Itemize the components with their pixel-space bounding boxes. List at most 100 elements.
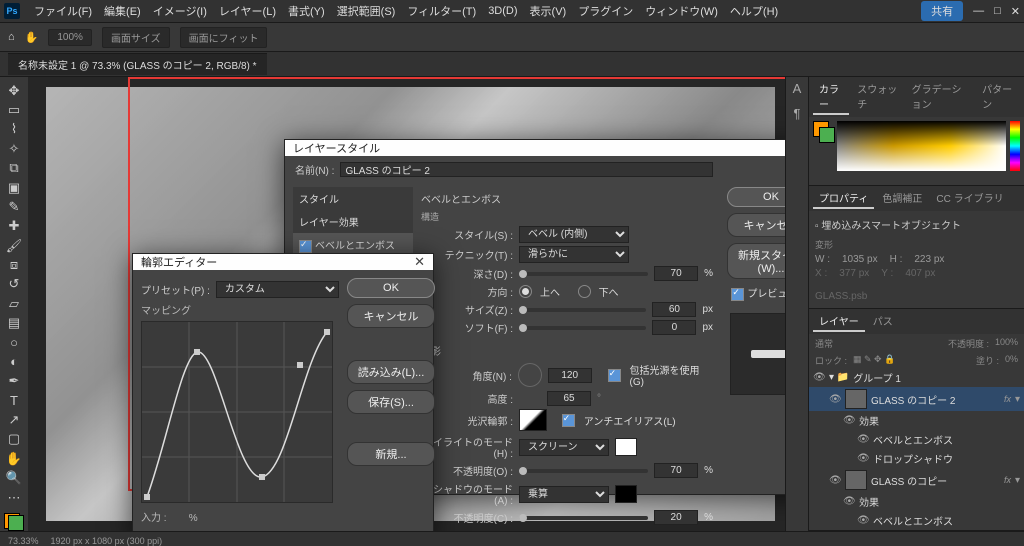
- layer-glass-copy-2[interactable]: 👁GLASS のコピー 2fx▾: [809, 387, 1024, 411]
- menu-3d[interactable]: 3D(D): [482, 3, 523, 19]
- visibility-icon[interactable]: 👁: [857, 453, 869, 464]
- angle-dial[interactable]: [518, 363, 542, 387]
- tab-libraries[interactable]: CC ライブラリ: [930, 188, 1009, 209]
- visibility-icon[interactable]: 👁: [857, 515, 869, 526]
- gloss-contour-picker[interactable]: [519, 409, 547, 431]
- gradient-tool-icon[interactable]: ▤: [2, 314, 26, 333]
- angle-input[interactable]: [548, 368, 592, 383]
- layer-name-input[interactable]: [340, 162, 713, 177]
- maximize-icon[interactable]: □: [994, 5, 1001, 17]
- menu-view[interactable]: 表示(V): [524, 1, 573, 21]
- soften-input[interactable]: [652, 320, 696, 335]
- dialog-titlebar[interactable]: 輪郭エディター ✕: [133, 254, 433, 270]
- x-value[interactable]: 377 px: [839, 268, 869, 279]
- layer-thumbnail[interactable]: [845, 470, 867, 490]
- zoom-status[interactable]: 73.33%: [8, 536, 39, 546]
- styles-header[interactable]: スタイル: [293, 187, 413, 210]
- tab-adjustments[interactable]: 色調補正: [876, 188, 928, 209]
- menu-edit[interactable]: 編集(E): [98, 1, 147, 21]
- tab-gradients[interactable]: グラデーション: [906, 79, 974, 115]
- bevel-style-select[interactable]: ベベル (内側): [519, 226, 629, 243]
- blur-tool-icon[interactable]: ○: [2, 333, 26, 352]
- visibility-icon[interactable]: 👁: [829, 394, 841, 405]
- minimize-icon[interactable]: —: [973, 5, 984, 17]
- lasso-tool-icon[interactable]: ⌇: [2, 120, 26, 139]
- highlight-mode-select[interactable]: スクリーン: [519, 439, 609, 456]
- tab-paths[interactable]: パス: [867, 311, 899, 332]
- global-light-checkbox[interactable]: [608, 369, 621, 382]
- visibility-icon[interactable]: 👁: [813, 372, 825, 383]
- zoom-field[interactable]: 100%: [48, 29, 92, 46]
- menu-type[interactable]: 書式(Y): [282, 1, 331, 21]
- blend-mode-select[interactable]: 通常: [815, 337, 833, 350]
- depth-input[interactable]: [654, 266, 698, 281]
- menu-file[interactable]: ファイル(F): [28, 1, 98, 21]
- layer-group[interactable]: 👁▾ 📁グループ 1: [809, 368, 1024, 387]
- size-slider[interactable]: [519, 308, 646, 312]
- menu-filter[interactable]: フィルター(T): [401, 1, 482, 21]
- menu-image[interactable]: イメージ(I): [147, 1, 213, 21]
- effect-bevel[interactable]: 👁ベベルとエンボス: [809, 430, 1024, 449]
- menu-layer[interactable]: レイヤー(L): [213, 1, 282, 21]
- layer-effects[interactable]: 👁効果: [809, 411, 1024, 430]
- preview-checkbox[interactable]: [731, 288, 744, 301]
- new-button[interactable]: 新規...: [347, 442, 435, 466]
- crop-tool-icon[interactable]: ⧉: [2, 159, 26, 178]
- close-icon[interactable]: ✕: [414, 254, 425, 270]
- shadow-opacity-slider[interactable]: [519, 516, 648, 520]
- frame-tool-icon[interactable]: ▣: [2, 178, 26, 197]
- visibility-icon[interactable]: 👁: [843, 496, 855, 507]
- contour-graph[interactable]: [141, 321, 333, 503]
- shape-tool-icon[interactable]: ▢: [2, 430, 26, 449]
- zoom-tool-icon[interactable]: 🔍: [2, 469, 26, 488]
- visibility-icon[interactable]: 👁: [843, 415, 855, 426]
- altitude-input[interactable]: [547, 391, 591, 406]
- load-button[interactable]: 読み込み(L)...: [347, 360, 435, 384]
- cancel-button[interactable]: キャンセル: [347, 304, 435, 328]
- hand-tool-icon[interactable]: ✋: [2, 449, 26, 468]
- document-tab[interactable]: 名称未設定 1 @ 73.3% (GLASS のコピー 2, RGB/8) *: [8, 53, 267, 75]
- doc-dimensions[interactable]: 1920 px x 1080 px (300 ppi): [51, 536, 163, 546]
- cancel-button[interactable]: キャンセル: [727, 213, 785, 237]
- antialias-checkbox[interactable]: [562, 414, 575, 427]
- fit-window-button[interactable]: 画面にフィット: [180, 27, 268, 48]
- paragraph-panel-icon[interactable]: ¶: [794, 106, 801, 121]
- layer-thumbnail[interactable]: [845, 389, 867, 409]
- tab-properties[interactable]: プロパティ: [813, 188, 874, 209]
- layer-glass-copy[interactable]: 👁GLASS のコピーfx▾: [809, 468, 1024, 492]
- shadow-color-swatch[interactable]: [615, 485, 637, 503]
- heal-tool-icon[interactable]: ✚: [2, 217, 26, 236]
- shadow-opacity-input[interactable]: [654, 510, 698, 525]
- eyedropper-tool-icon[interactable]: ✎: [2, 197, 26, 216]
- tab-color[interactable]: カラー: [813, 79, 849, 115]
- size-input[interactable]: [652, 302, 696, 317]
- highlight-color-swatch[interactable]: [615, 438, 637, 456]
- blending-options-item[interactable]: レイヤー効果: [293, 210, 413, 233]
- pen-tool-icon[interactable]: ✒: [2, 372, 26, 391]
- ok-button[interactable]: OK: [727, 187, 785, 207]
- preset-select[interactable]: カスタム: [216, 281, 339, 298]
- type-tool-icon[interactable]: T: [2, 391, 26, 410]
- width-value[interactable]: 1035 px: [842, 254, 878, 265]
- home-icon[interactable]: ⌂: [8, 31, 15, 43]
- effect-stroke[interactable]: 👁境界線: [809, 530, 1024, 531]
- visibility-icon[interactable]: 👁: [857, 434, 869, 445]
- visibility-icon[interactable]: 👁: [829, 475, 841, 486]
- shadow-mode-select[interactable]: 乗算: [519, 486, 609, 503]
- color-swatch[interactable]: [813, 121, 833, 141]
- y-value[interactable]: 407 px: [905, 268, 935, 279]
- highlight-opacity-slider[interactable]: [519, 469, 648, 473]
- brush-tool-icon[interactable]: 🖌: [2, 236, 26, 255]
- tab-swatches[interactable]: スウォッチ: [851, 79, 903, 115]
- dodge-tool-icon[interactable]: ◐: [2, 352, 26, 371]
- marquee-tool-icon[interactable]: ▭: [2, 100, 26, 119]
- tab-layers[interactable]: レイヤー: [813, 311, 865, 332]
- tab-patterns[interactable]: パターン: [976, 79, 1020, 115]
- path-tool-icon[interactable]: ↗: [2, 410, 26, 429]
- checkbox-icon[interactable]: [299, 240, 312, 253]
- history-brush-icon[interactable]: ↺: [2, 275, 26, 294]
- direction-up-radio[interactable]: [519, 285, 532, 298]
- new-style-button[interactable]: 新規スタイル(W)...: [727, 243, 785, 279]
- ok-button[interactable]: OK: [347, 278, 435, 298]
- highlight-opacity-input[interactable]: [654, 463, 698, 478]
